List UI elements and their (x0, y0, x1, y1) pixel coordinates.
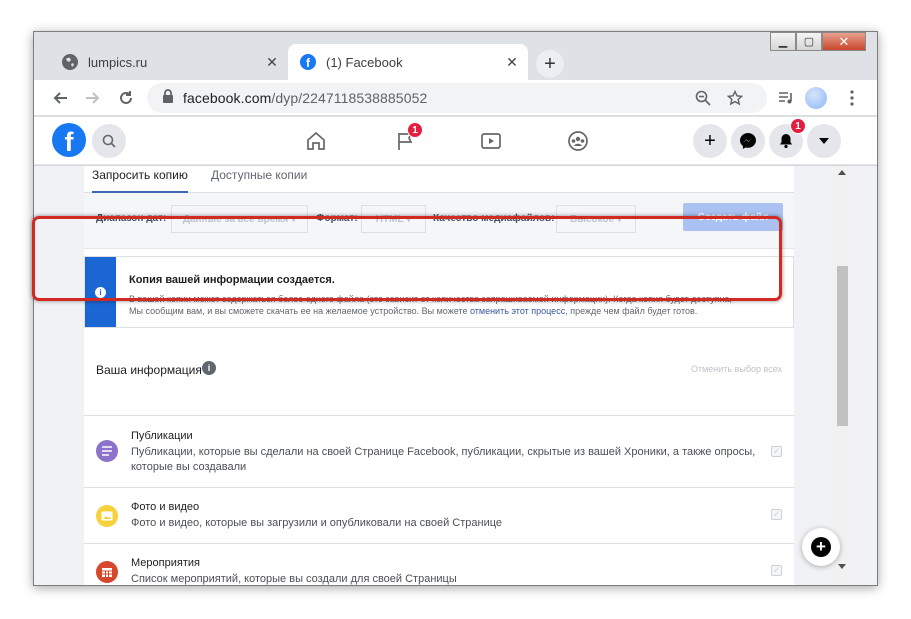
create-button[interactable]: + (693, 124, 727, 158)
tab-lumpics[interactable]: lumpics.ru ✕ (50, 44, 286, 80)
home-icon[interactable] (302, 127, 330, 155)
item-checkbox[interactable]: ✓ (771, 509, 782, 520)
maximize-button[interactable]: ▢ (796, 32, 822, 51)
list-item-posts[interactable]: Публикации Публикации, которые вы сделал… (84, 415, 794, 487)
account-dropdown-icon[interactable] (807, 124, 841, 158)
item-description: Список мероприятий, которые вы создали д… (131, 573, 457, 585)
new-tab-button[interactable]: + (536, 50, 564, 78)
facebook-header: f 1 + 1 (34, 117, 877, 165)
item-title: Фото и видео (131, 501, 200, 513)
browser-menu-icon[interactable] (840, 86, 864, 110)
alert-body-line2-end: , прежде чем файл будет готов. (565, 306, 698, 316)
new-message-button[interactable]: + (802, 528, 840, 566)
minimize-button[interactable]: ▁ (770, 32, 796, 51)
window-controls: ▁ ▢ ✕ (770, 32, 866, 52)
window-close-button[interactable]: ✕ (822, 32, 866, 51)
address-bar[interactable]: facebook.com/dyp/2247118538885052 (147, 83, 767, 113)
tab-title: (1) Facebook (326, 54, 403, 70)
list-item-events[interactable]: Мероприятия Список мероприятий, которые … (84, 543, 794, 585)
deselect-all-link[interactable]: Отменить выбор всех (691, 364, 782, 374)
tab-available-copies[interactable]: Доступные копии (211, 166, 307, 193)
media-queue-icon[interactable] (774, 86, 798, 110)
scrollbar-thumb[interactable] (837, 266, 848, 426)
globe-icon (62, 54, 78, 70)
item-description: Публикации, которые вы сделали на своей … (131, 446, 756, 473)
cancel-process-link[interactable]: отменить этот процесс (470, 306, 565, 316)
forward-arrow-icon[interactable] (81, 86, 105, 110)
alert-body-line2: Мы сообщим вам, и вы сможете скачать ее … (129, 306, 470, 316)
item-title: Мероприятия (131, 557, 200, 569)
info-icon[interactable]: i (202, 361, 216, 375)
lock-icon[interactable] (153, 88, 183, 108)
tab-close-icon[interactable]: ✕ (264, 54, 280, 71)
plus-icon: + (811, 537, 831, 557)
back-arrow-icon[interactable] (48, 86, 72, 110)
reload-icon[interactable] (114, 86, 138, 110)
facebook-favicon-icon: f (300, 54, 316, 70)
item-checkbox[interactable]: ✓ (771, 446, 782, 457)
browser-toolbar: facebook.com/dyp/2247118538885052 (34, 80, 877, 116)
item-checkbox[interactable]: ✓ (771, 565, 782, 576)
profile-avatar[interactable] (805, 87, 827, 109)
pages-badge: 1 (407, 122, 423, 138)
tab-title: lumpics.ru (88, 54, 148, 70)
search-icon[interactable] (92, 124, 126, 158)
messenger-icon[interactable] (731, 124, 765, 158)
url-host: facebook.com (183, 90, 272, 106)
scroll-up-arrow-icon[interactable] (838, 170, 846, 175)
notifications-badge: 1 (790, 118, 806, 134)
copy-tabs: Запросить копию Доступные копии (84, 166, 794, 193)
tab-close-icon[interactable]: ✕ (504, 54, 520, 71)
scroll-down-arrow-icon[interactable] (838, 564, 846, 569)
scrollbar[interactable] (834, 166, 851, 585)
tab-request-copy[interactable]: Запросить копию (92, 166, 188, 193)
url-text: facebook.com/dyp/2247118538885052 (183, 90, 427, 106)
url-path: /dyp/2247118538885052 (271, 90, 428, 106)
events-calendar-icon (96, 561, 118, 583)
watch-video-icon[interactable] (477, 127, 505, 155)
your-information-label: Ваша информация (96, 363, 202, 377)
photos-icon (96, 505, 118, 527)
zoom-out-icon[interactable] (691, 86, 715, 110)
facebook-logo[interactable]: f (52, 123, 86, 157)
tab-facebook[interactable]: f (1) Facebook ✕ (288, 44, 528, 80)
highlight-frame (32, 216, 782, 301)
posts-icon (96, 440, 118, 462)
item-description: Фото и видео, которые вы загрузили и опу… (131, 517, 503, 529)
item-title: Публикации (131, 430, 193, 442)
list-item-photos-videos[interactable]: Фото и видео Фото и видео, которые вы за… (84, 487, 794, 543)
bookmark-star-icon[interactable] (723, 86, 747, 110)
browser-window: ▁ ▢ ✕ lumpics.ru ✕ f (1) Facebook ✕ + fa… (33, 31, 878, 586)
groups-icon[interactable] (564, 127, 592, 155)
